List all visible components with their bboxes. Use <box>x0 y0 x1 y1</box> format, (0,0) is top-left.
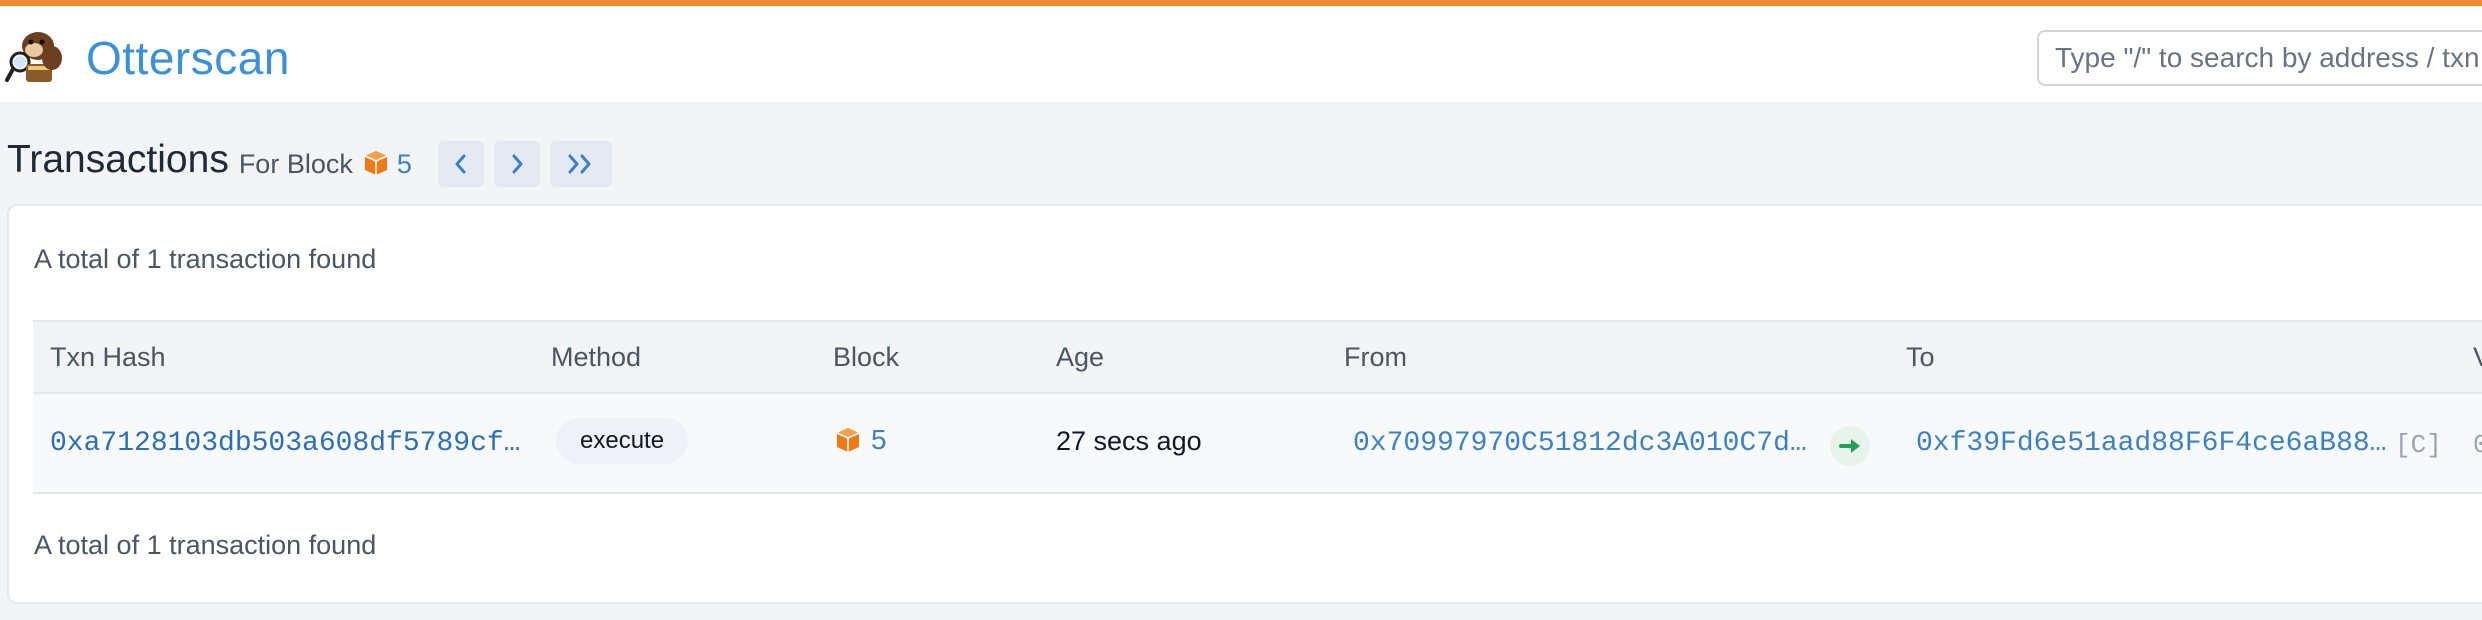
block-cube-icon <box>364 151 388 175</box>
age-cell: 27 secs ago <box>1056 426 1202 456</box>
direction-arrow-icon <box>1830 426 1870 466</box>
search-input[interactable] <box>2037 30 2482 86</box>
header-block: Block <box>833 342 900 372</box>
page-subtitle: For Block <box>238 148 353 179</box>
block-cube-icon <box>836 428 860 452</box>
value-cell: 0 <box>2473 430 2482 460</box>
table-header: Txn Hash Method Block Age From To V <box>33 320 2482 394</box>
logo[interactable] <box>4 28 68 88</box>
brand-name[interactable]: Otterscan <box>86 30 290 86</box>
header-from: From <box>1344 342 1407 372</box>
block-cell: 5 <box>833 424 887 456</box>
transactions-card: A total of 1 transaction found Txn Hash … <box>7 204 2482 604</box>
total-count-bottom: A total of 1 transaction found <box>34 530 377 560</box>
txn-hash-link[interactable]: 0xa7128103db503a608df5789cf… <box>50 428 540 459</box>
header-age[interactable]: Age <box>1056 342 1104 373</box>
otter-logo-icon <box>5 32 62 82</box>
last-block-button[interactable] <box>549 141 612 187</box>
block-number-link[interactable]: 5 <box>397 149 412 180</box>
header-method: Method <box>551 342 642 372</box>
to-address-link[interactable]: 0xf39Fd6e51aad88F6F4ce6aB88… <box>1916 428 2386 459</box>
top-navbar: Otterscan <box>0 0 2482 102</box>
next-block-button[interactable] <box>493 141 540 187</box>
total-count-top: A total of 1 transaction found <box>34 244 377 274</box>
header-to: To <box>1906 342 1935 372</box>
table-row: 0xa7128103db503a608df5789cf… execute 5 2… <box>33 394 2482 494</box>
method-badge: execute <box>556 418 689 464</box>
chevron-left-icon <box>455 154 466 174</box>
page-header: Transactions For Block 5 <box>7 128 612 192</box>
from-address-link[interactable]: 0x70997970C51812dc3A010C7d… <box>1353 428 1813 459</box>
block-link[interactable]: 5 <box>871 424 887 456</box>
chevrons-right-icon <box>568 154 591 174</box>
header-txn-hash: Txn Hash <box>50 342 166 372</box>
previous-block-button[interactable] <box>437 141 484 187</box>
header-value: V <box>2473 342 2482 373</box>
page-title: Transactions <box>7 138 229 181</box>
chevron-right-icon <box>512 154 523 174</box>
contract-tag: [C] <box>2395 430 2442 460</box>
